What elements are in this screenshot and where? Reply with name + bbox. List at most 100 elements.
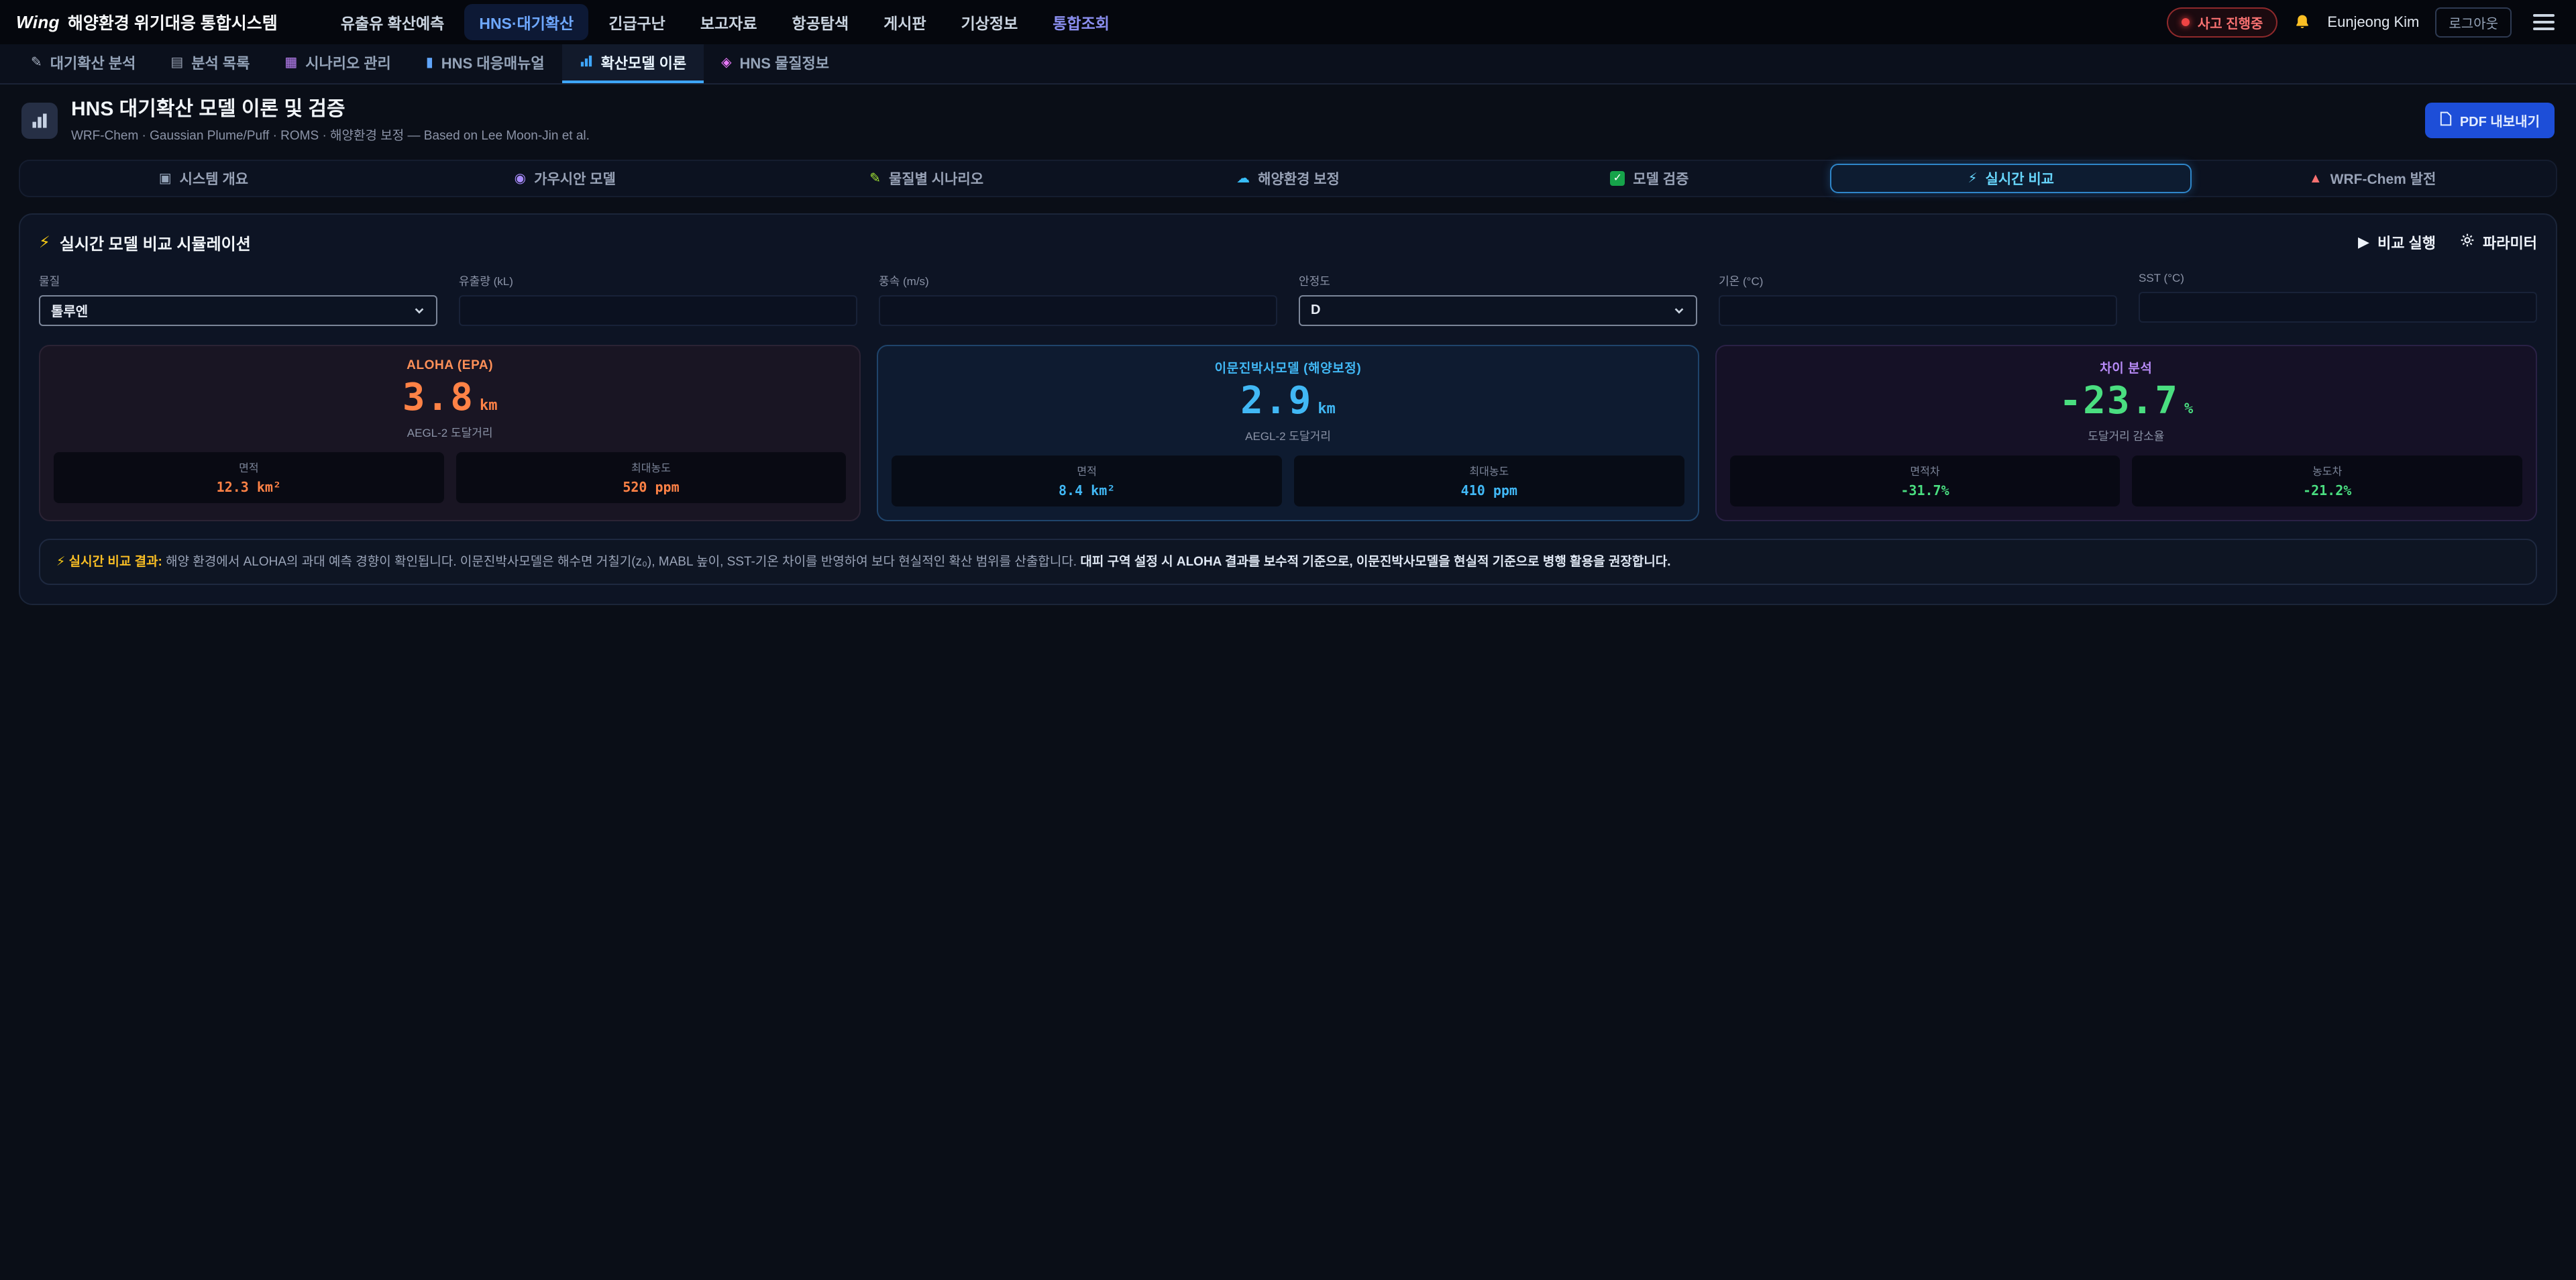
nav-item-reports[interactable]: 보고자료 (686, 4, 772, 40)
film-icon: ▦ (284, 56, 297, 69)
card-unit: km (480, 397, 498, 414)
aloha-result-card: ALOHA (EPA) 3.8km AEGL-2 도달거리 면적 12.3 km… (39, 345, 861, 521)
notification-bell-icon[interactable] (2294, 13, 2311, 31)
stat-value: 12.3 km² (59, 479, 439, 495)
stability-label: 안정도 (1299, 272, 1697, 288)
subtab-atmospheric-analysis[interactable]: ✎ 대기확산 분석 (13, 44, 153, 83)
substance-icon: ◈ (721, 56, 731, 69)
card-value: 2.9 (1240, 379, 1312, 423)
nav-item-integrated-search[interactable]: 통합조회 (1038, 4, 1124, 40)
brand[interactable]: Wing 해양환경 위기대응 통합시스템 (16, 10, 278, 34)
nav-item-hns-atmospheric[interactable]: HNS·대기확산 (464, 4, 588, 40)
stat-value: 410 ppm (1299, 482, 1679, 498)
app-logo: Wing (16, 12, 60, 33)
air-temp-input[interactable] (1719, 295, 2117, 326)
page: Wing 해양환경 위기대응 통합시스템 유출유 확산예측 HNS·대기확산 긴… (0, 0, 2576, 1280)
stat-max-concentration: 최대농도 520 ppm (456, 452, 847, 503)
tab-label: 시스템 개요 (180, 168, 248, 189)
logout-button[interactable]: 로그아웃 (2435, 7, 2512, 38)
card-unit: km (1318, 401, 1336, 417)
card-title: ALOHA (EPA) (54, 358, 846, 373)
card-caption: 도달거리 감소율 (1730, 427, 2522, 443)
nav-item-emergency-rescue[interactable]: 긴급구난 (594, 4, 680, 40)
card-value-row: 2.9 km (892, 382, 1684, 421)
comparison-result-note: ⚡ 실시간 비교 결과: 해양 환경에서 ALOHA의 과대 예측 경향이 확인… (39, 539, 2537, 585)
subtab-label: HNS 물질정보 (740, 52, 830, 73)
stat-area-difference: 면적차 -31.7% (1730, 456, 2121, 506)
subtab-scenario-management[interactable]: ▦ 시나리오 관리 (267, 44, 408, 83)
nav-item-oil-spill[interactable]: 유출유 확산예측 (326, 4, 460, 40)
system-icon: ▣ (159, 172, 172, 185)
card-title: 이문진박사모델 (해양보정) (892, 358, 1684, 376)
wind-speed-input[interactable] (879, 295, 1277, 326)
card-caption: AEGL-2 도달거리 (54, 423, 846, 440)
subtab-hns-substance-info[interactable]: ◈ HNS 물질정보 (704, 44, 847, 83)
control-substance: 물질 톨루엔 (39, 272, 437, 327)
substance-select[interactable]: 톨루엔 (39, 295, 437, 326)
tab-model-validation[interactable]: ✓ 모델 검증 (1468, 164, 1830, 193)
stat-label: 면적 (897, 462, 1277, 478)
play-icon: ▶ (2358, 233, 2369, 251)
topnav-right: 사고 진행중 Eunjeong Kim 로그아웃 (2167, 7, 2560, 38)
chevron-down-icon (1673, 305, 1685, 317)
manual-icon: ▮ (426, 56, 433, 69)
nav-item-aerial-search[interactable]: 항공탐색 (777, 4, 863, 40)
tab-label: 물질별 시나리오 (889, 168, 983, 189)
lightning-icon: ⚡ (39, 233, 50, 252)
top-navigation: Wing 해양환경 위기대응 통합시스템 유출유 확산예측 HNS·대기확산 긴… (0, 0, 2576, 44)
panel-header: ⚡ 실시간 모델 비교 시뮬레이션 ▶ 비교 실행 파라미터 (39, 231, 2537, 254)
page-title: HNS 대기확산 모델 이론 및 검증 (71, 98, 590, 121)
app-title: 해양환경 위기대응 통합시스템 (68, 10, 278, 34)
subtab-hns-manual[interactable]: ▮ HNS 대응매뉴얼 (409, 44, 562, 83)
subtab-label: HNS 대응매뉴얼 (441, 52, 545, 73)
panel-title-text: 실시간 모델 비교 시뮬레이션 (60, 231, 251, 254)
tab-label: 실시간 비교 (1986, 168, 2054, 189)
incident-status-label: 사고 진행중 (2198, 13, 2263, 32)
subtab-label: 대기확산 분석 (50, 52, 136, 73)
result-cards: ALOHA (EPA) 3.8km AEGL-2 도달거리 면적 12.3 km… (39, 345, 2537, 521)
tab-label: 가우시안 모델 (534, 168, 616, 189)
stat-value: 8.4 km² (897, 482, 1277, 498)
tab-system-overview[interactable]: ▣ 시스템 개요 (23, 164, 384, 193)
card-stats: 면적차 -31.7% 농도차 -21.2% (1730, 456, 2522, 506)
tab-marine-correction[interactable]: ☁ 해양환경 보정 (1108, 164, 1469, 193)
nav-item-board[interactable]: 게시판 (869, 4, 941, 40)
check-icon: ✓ (1610, 171, 1625, 186)
page-header-text: HNS 대기확산 모델 이론 및 검증 WRF-Chem · Gaussian … (71, 98, 590, 144)
sst-input[interactable] (2139, 292, 2537, 323)
tab-wrf-chem[interactable]: ▲ WRF-Chem 발전 (2192, 164, 2553, 193)
run-comparison-button[interactable]: ▶ 비교 실행 (2358, 231, 2436, 253)
stability-select[interactable]: D (1299, 295, 1697, 326)
section-tabs: ▣ 시스템 개요 ◉ 가우시안 모델 ✎ 물질별 시나리오 ☁ 해양환경 보정 … (19, 160, 2557, 197)
subtab-analysis-list[interactable]: ▤ 분석 목록 (153, 44, 267, 83)
subtab-label: 분석 목록 (191, 52, 250, 73)
stat-label: 면적차 (1735, 462, 2115, 478)
page-subtitle: WRF-Chem · Gaussian Plume/Puff · ROMS · … (71, 125, 590, 144)
tab-substance-scenarios[interactable]: ✎ 물질별 시나리오 (746, 164, 1108, 193)
card-stats: 면적 12.3 km² 최대농도 520 ppm (54, 452, 846, 503)
lightning-icon: ⚡ (56, 555, 65, 569)
lightning-icon: ⚡ (1968, 172, 1977, 185)
stat-label: 최대농도 (462, 459, 841, 475)
tab-label: 해양환경 보정 (1258, 168, 1340, 189)
panel-title: ⚡ 실시간 모델 비교 시뮬레이션 (39, 231, 251, 254)
card-caption: AEGL-2 도달거리 (892, 427, 1684, 443)
tab-realtime-comparison[interactable]: ⚡ 실시간 비교 (1830, 164, 2192, 193)
tab-label: 모델 검증 (1633, 168, 1688, 189)
tab-label: WRF-Chem 발전 (2330, 168, 2436, 189)
tab-gaussian-model[interactable]: ◉ 가우시안 모델 (384, 164, 746, 193)
parameters-button[interactable]: 파라미터 (2460, 231, 2537, 253)
spill-volume-input[interactable] (459, 295, 857, 326)
gaussian-icon: ◉ (515, 172, 526, 185)
control-wind-speed: 풍속 (m/s) (879, 272, 1277, 327)
nav-item-weather[interactable]: 기상정보 (947, 4, 1033, 40)
pdf-export-button[interactable]: PDF 내보내기 (2425, 103, 2555, 138)
subtab-label: 시나리오 관리 (305, 52, 391, 73)
chevron-down-icon (413, 305, 425, 317)
hamburger-menu-icon[interactable] (2528, 9, 2560, 36)
subtab-diffusion-model-theory[interactable]: 확산모델 이론 (562, 44, 704, 83)
status-dot-icon (2182, 18, 2190, 26)
marine-corrected-model-card: 이문진박사모델 (해양보정) 2.9 km AEGL-2 도달거리 면적 8.4 … (877, 345, 1699, 521)
card-title: 차이 분석 (1730, 358, 2522, 376)
note-lead: 실시간 비교 결과: (69, 555, 162, 569)
